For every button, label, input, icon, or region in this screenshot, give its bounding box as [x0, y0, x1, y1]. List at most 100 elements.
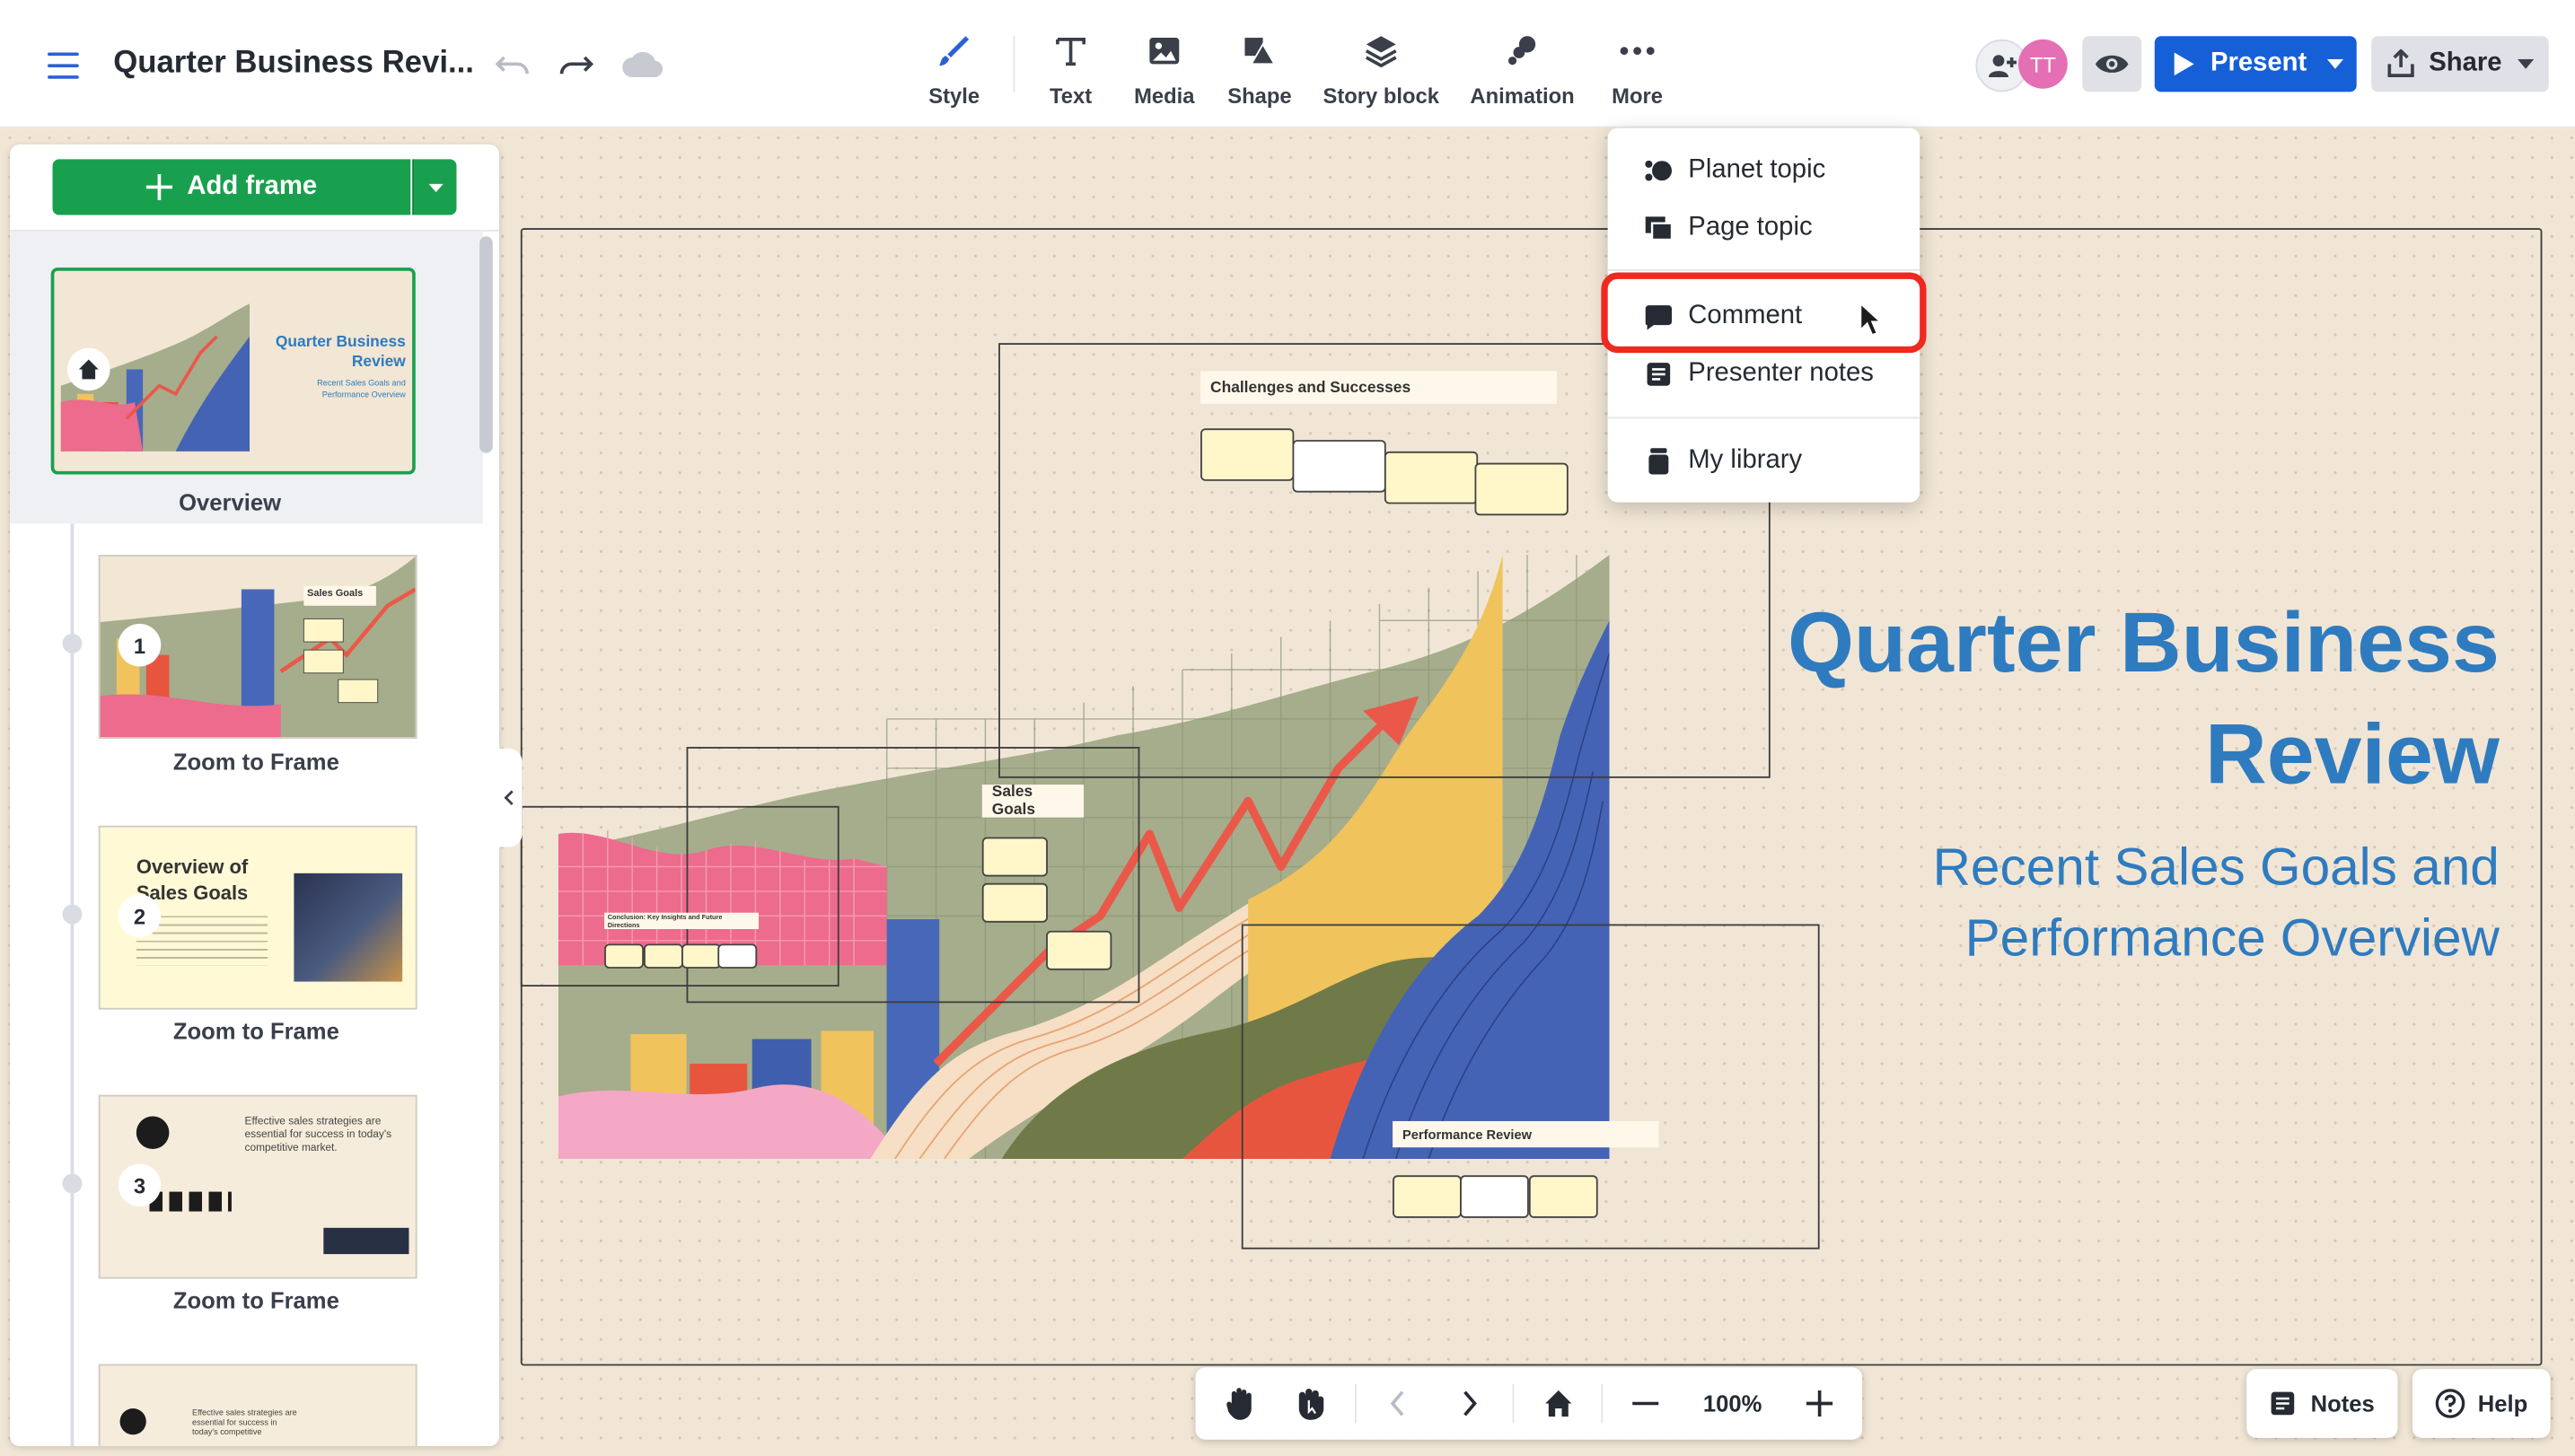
top-toolbar: Quarter Business Revi... Style Text Medi… — [0, 0, 2575, 128]
overview-thumbnail-subtitle: Recent Sales Goals and Performance Overv… — [317, 379, 406, 401]
next-frame-button[interactable] — [1446, 1367, 1495, 1439]
frame-2-thumbnail-photo — [294, 873, 403, 982]
overview-title-line2: Review — [2205, 707, 2500, 803]
layers-icon — [1315, 30, 1446, 73]
tool-style[interactable]: Style — [889, 30, 1020, 109]
menu-item-planet-topic-label: Planet topic — [1688, 155, 1826, 184]
eye-icon — [2095, 55, 2129, 73]
tool-story-block[interactable]: Story block — [1315, 30, 1446, 109]
brush-icon — [889, 30, 1020, 73]
menu-item-presenter-notes-label: Presenter notes — [1688, 359, 1874, 388]
play-icon — [2174, 52, 2194, 76]
subframe-card[interactable] — [1046, 930, 1112, 970]
home-button[interactable] — [1533, 1367, 1586, 1439]
menu-item-page-topic[interactable]: Page topic — [1608, 202, 1920, 255]
share-button[interactable]: Share — [2371, 36, 2549, 92]
menu-divider — [1607, 417, 1920, 419]
undo-icon[interactable] — [491, 43, 534, 86]
planet-topic-icon — [1642, 159, 1675, 182]
performance-label: Performance Review — [1393, 1120, 1659, 1148]
timeline-dot — [62, 1173, 83, 1194]
frame-number-badge: 2 — [118, 894, 162, 938]
subframe-card[interactable] — [604, 943, 644, 969]
overview-thumbnail[interactable]: Quarter Business Review Recent Sales Goa… — [50, 268, 416, 475]
overview-thumbnail-title: Quarter Business Review — [275, 333, 406, 372]
subframe-card[interactable] — [1474, 462, 1569, 516]
clock-icon — [119, 1408, 146, 1435]
subframe-card[interactable] — [981, 882, 1048, 923]
cloud-saved-icon — [620, 43, 664, 86]
subframe-card[interactable] — [1528, 1175, 1598, 1218]
hamburger-menu-icon[interactable] — [48, 52, 79, 87]
chevron-down-icon — [2326, 58, 2343, 69]
share-icon — [2387, 48, 2414, 77]
home-icon — [1545, 1390, 1572, 1417]
sidebar-item-1-label: Zoom to Frame — [172, 748, 339, 776]
tool-style-label: Style — [928, 83, 980, 109]
sidebar-scrollbar[interactable] — [479, 236, 493, 453]
timeline-dot — [62, 633, 83, 653]
redo-icon[interactable] — [555, 43, 598, 86]
presentation-title[interactable]: Quarter Business Revi... — [113, 46, 474, 82]
preview-button[interactable] — [2082, 36, 2142, 92]
notes-button[interactable]: Notes — [2246, 1369, 2398, 1438]
plus-icon — [1806, 1390, 1833, 1417]
tool-shape[interactable]: Shape — [1194, 30, 1325, 109]
present-button[interactable]: Present — [2154, 36, 2357, 92]
menu-item-page-topic-label: Page topic — [1688, 213, 1813, 241]
menu-item-my-library[interactable]: My library — [1608, 435, 1920, 488]
sidebar-item-overview-label: Overview — [179, 488, 282, 516]
frame-3-thumbnail-footer — [323, 1227, 409, 1255]
subframe-card[interactable] — [1460, 1175, 1529, 1218]
overview-title-line1: Quarter Business — [1787, 595, 2500, 691]
subframe-card[interactable] — [717, 943, 758, 969]
subframe-card[interactable] — [681, 943, 721, 969]
sidebar-item-2-label: Zoom to Frame — [172, 1017, 339, 1045]
presenter-notes-icon — [1642, 361, 1675, 387]
overview-title: Quarter Business Review — [1741, 588, 2500, 811]
toolbar-separator — [1354, 1383, 1357, 1424]
subframe-card[interactable] — [981, 837, 1048, 877]
collapse-sidebar-button[interactable] — [496, 748, 523, 847]
select-hand-button[interactable] — [1284, 1367, 1337, 1439]
subframe-card[interactable] — [1384, 451, 1479, 504]
help-button[interactable]: Help — [2412, 1369, 2551, 1438]
subframe-card[interactable] — [1393, 1175, 1462, 1218]
tool-animation[interactable]: Animation — [1456, 30, 1587, 109]
menu-divider — [1607, 268, 1920, 271]
zoom-level[interactable]: 100% — [1685, 1367, 1780, 1439]
timeline-line — [70, 523, 75, 1447]
subframe-card[interactable] — [643, 943, 683, 969]
avatar[interactable]: TT — [2017, 39, 2068, 89]
tool-more[interactable]: More — [1571, 30, 1702, 109]
menu-item-planet-topic[interactable]: Planet topic — [1608, 145, 1920, 197]
shape-icon — [1194, 30, 1325, 73]
frame-3-thumbnail-bars — [149, 1191, 232, 1212]
frame-4-thumbnail-text: Effective sales strategies are essential… — [192, 1408, 297, 1438]
notes-icon — [2271, 1391, 2295, 1416]
zoom-in-button[interactable] — [1793, 1367, 1846, 1439]
tool-story-block-label: Story block — [1323, 83, 1439, 109]
chevron-right-icon — [1463, 1390, 1477, 1417]
subframe-card[interactable] — [1292, 440, 1386, 493]
clock-icon — [136, 1116, 170, 1150]
menu-item-my-library-label: My library — [1688, 446, 1803, 475]
menu-item-presenter-notes[interactable]: Presenter notes — [1608, 348, 1920, 401]
share-button-label: Share — [2429, 48, 2502, 77]
sales-goals-label: Sales Goals — [981, 783, 1085, 819]
frame-4-thumbnail[interactable]: Effective sales strategies are essential… — [98, 1364, 417, 1447]
plus-icon — [145, 173, 172, 201]
overview-subtitle-line2: Performance Overview — [1964, 908, 2500, 968]
subframe-card[interactable] — [1200, 428, 1295, 481]
frame-3-thumbnail-text: Effective sales strategies are essential… — [244, 1116, 392, 1154]
add-frame-button[interactable]: Add frame — [52, 159, 411, 215]
zoom-out-button[interactable] — [1619, 1367, 1672, 1439]
previous-frame-button[interactable] — [1373, 1367, 1422, 1439]
chevron-down-icon — [427, 182, 443, 192]
chevron-left-icon — [1390, 1390, 1404, 1417]
frame-number-badge: 1 — [118, 623, 162, 667]
pan-hand-button[interactable] — [1216, 1367, 1269, 1439]
add-frame-dropdown-button[interactable] — [412, 159, 457, 215]
toolbar-separator — [1601, 1383, 1604, 1424]
minus-icon — [1632, 1401, 1659, 1406]
